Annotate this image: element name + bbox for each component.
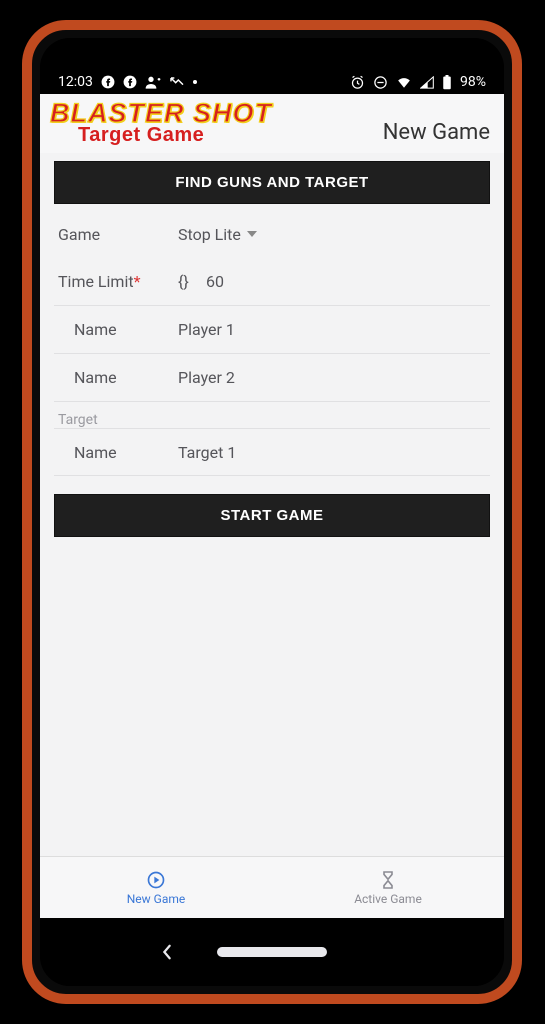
player2-name-label: Name <box>58 368 178 387</box>
find-guns-button[interactable]: FIND GUNS AND TARGET <box>54 161 490 204</box>
nav-home-pill[interactable] <box>217 947 327 957</box>
tab-new-game-label: New Game <box>127 892 186 906</box>
tab-new-game[interactable]: New Game <box>40 857 272 918</box>
target1-name-label: Name <box>58 443 178 462</box>
target1-name-input[interactable] <box>178 443 486 462</box>
status-right: 98% <box>350 74 486 90</box>
time-limit-label: Time Limit* <box>58 272 178 291</box>
time-limit-label-text: Time Limit <box>58 272 134 291</box>
facebook-icon <box>101 75 115 89</box>
person-add-icon <box>145 75 161 89</box>
do-not-disturb-icon <box>373 75 388 90</box>
status-time: 12:03 <box>58 74 93 90</box>
nav-back-button[interactable] <box>160 944 174 960</box>
signal-icon <box>420 76 434 89</box>
tab-active-game[interactable]: Active Game <box>272 857 504 918</box>
status-left: 12:03 <box>58 74 197 90</box>
hourglass-icon <box>378 870 398 890</box>
bottom-tab-bar: New Game Active Game <box>40 856 504 918</box>
tab-active-game-label: Active Game <box>354 892 422 906</box>
chevron-down-icon <box>247 231 257 237</box>
player1-row: Name <box>54 306 490 354</box>
alarm-icon <box>350 75 365 90</box>
game-select-value: Stop Lite <box>178 225 241 244</box>
battery-icon <box>442 75 452 90</box>
phone-screen: 12:03 <box>40 38 504 986</box>
status-bar: 12:03 <box>40 38 504 94</box>
logo-main-text: BLASTER SHOT <box>50 100 272 127</box>
logo-sub-text: Target Game <box>78 125 272 145</box>
content-area: FIND GUNS AND TARGET Game Stop Lite Time… <box>40 153 504 856</box>
player1-name-label: Name <box>58 320 178 339</box>
start-game-button[interactable]: START GAME <box>54 494 490 537</box>
app-logo: BLASTER SHOT Target Game <box>50 100 272 145</box>
player2-row: Name <box>54 354 490 402</box>
player1-name-input[interactable] <box>178 320 486 339</box>
phone-frame: 12:03 <box>22 20 522 1004</box>
wifi-icon <box>396 76 412 89</box>
app-screen: BLASTER SHOT Target Game New Game FIND G… <box>40 94 504 918</box>
page-title: New Game <box>383 120 490 145</box>
facebook-icon <box>123 75 137 89</box>
time-limit-row: Time Limit* {} <box>54 258 490 306</box>
game-select[interactable]: Stop Lite <box>178 225 257 244</box>
android-nav-bar <box>40 918 504 986</box>
time-limit-marker: {} <box>178 272 206 291</box>
more-notifications-dot <box>193 80 197 84</box>
battery-percent: 98% <box>460 74 486 90</box>
player2-name-input[interactable] <box>178 368 486 387</box>
game-label: Game <box>58 225 178 244</box>
time-limit-input[interactable] <box>206 272 486 291</box>
app-header: BLASTER SHOT Target Game New Game <box>40 94 504 153</box>
game-row: Game Stop Lite <box>54 210 490 258</box>
target-section-label: Target <box>54 402 490 428</box>
play-circle-icon <box>146 870 166 890</box>
target1-row: Name <box>54 428 490 476</box>
missed-call-icon <box>169 75 185 89</box>
